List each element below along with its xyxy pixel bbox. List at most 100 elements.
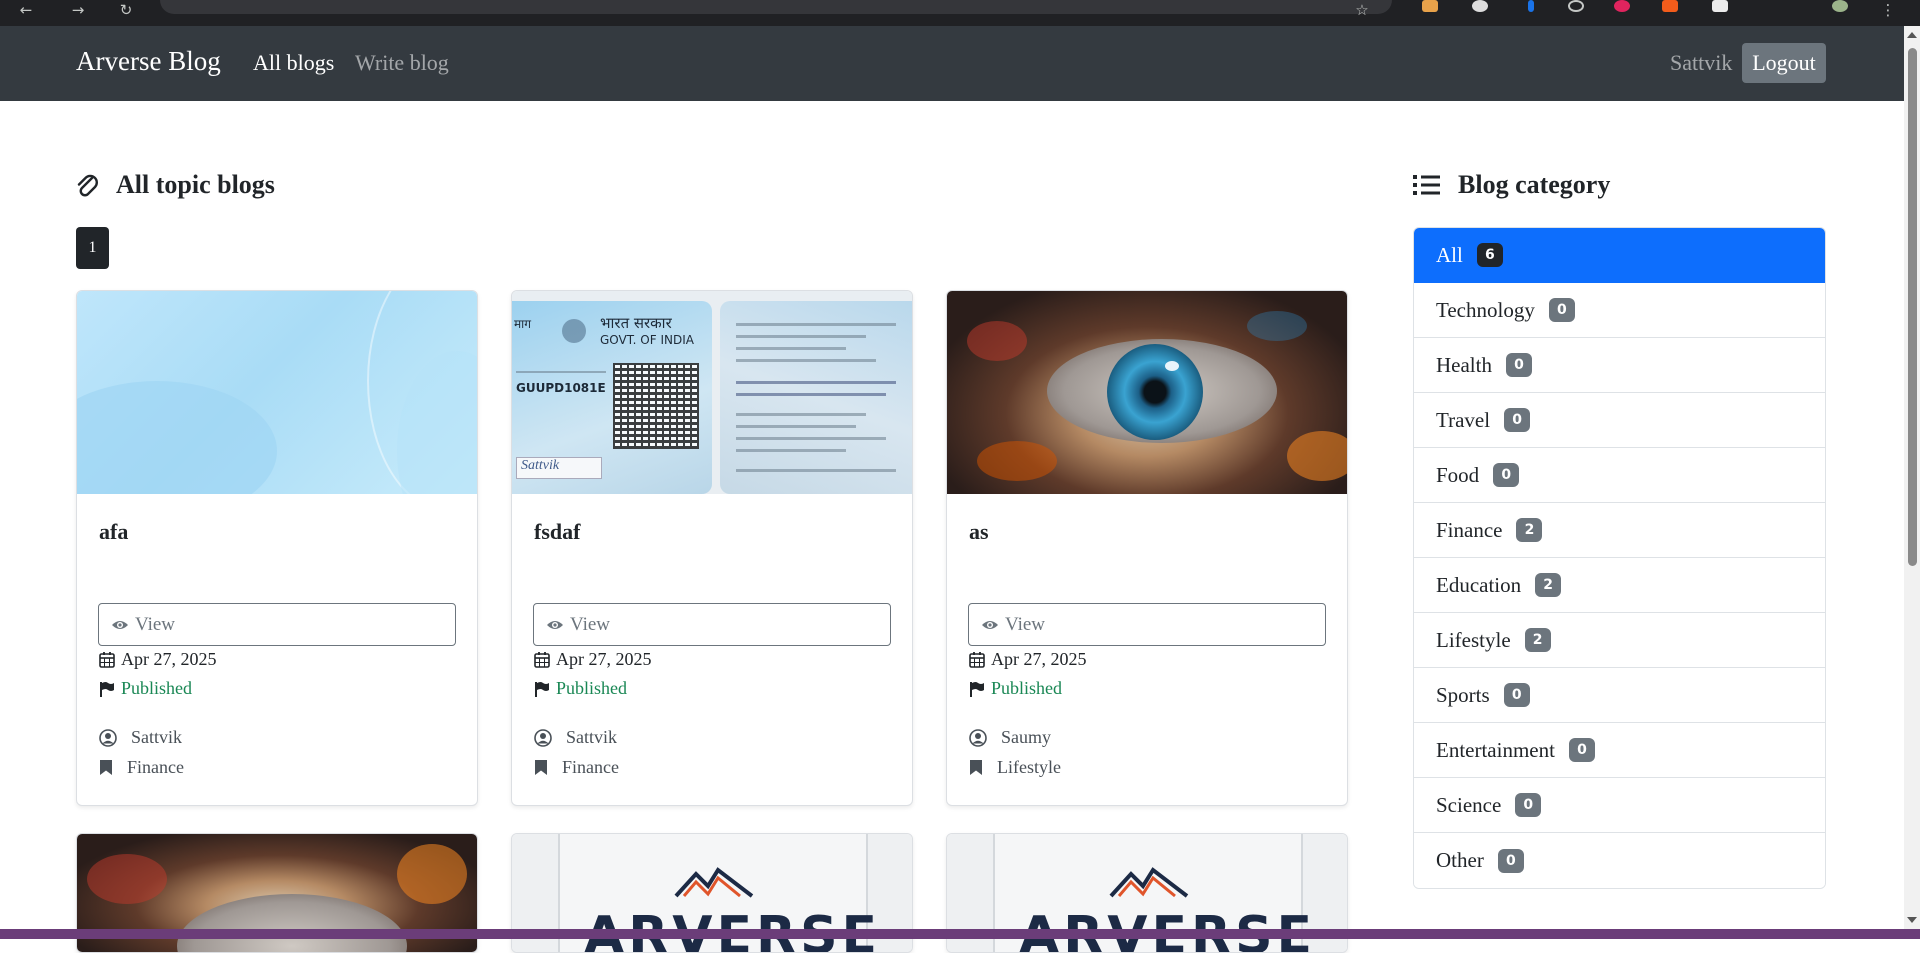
category-label: All bbox=[1436, 242, 1463, 267]
blog-card-status: Published bbox=[99, 678, 192, 699]
taskbar-strip bbox=[0, 929, 1920, 939]
count-badge: 0 bbox=[1497, 848, 1524, 873]
extension-icon[interactable] bbox=[1472, 0, 1488, 12]
view-button-label: View bbox=[570, 613, 611, 635]
all-topics-heading: All topic blogs bbox=[76, 170, 275, 200]
category-item-technology[interactable]: Technology 0 bbox=[1414, 283, 1825, 338]
view-button-label: View bbox=[1005, 613, 1046, 635]
user-circle-icon bbox=[99, 728, 117, 747]
status-text: Published bbox=[991, 678, 1063, 698]
view-button[interactable]: View bbox=[968, 603, 1326, 646]
profile-avatar-icon[interactable] bbox=[1832, 0, 1848, 12]
category-text: Finance bbox=[127, 757, 184, 777]
pan-govt-text: GOVT. OF INDIA bbox=[600, 333, 694, 347]
category-item-lifestyle[interactable]: Lifestyle 2 bbox=[1414, 613, 1825, 668]
blog-card-status: Published bbox=[969, 678, 1062, 699]
scroll-thumb[interactable] bbox=[1908, 48, 1917, 566]
category-label: Science bbox=[1436, 792, 1502, 817]
extension-icon[interactable] bbox=[1712, 0, 1728, 12]
pagination-page-1[interactable]: 1 bbox=[76, 227, 109, 269]
reload-icon[interactable]: ↻ bbox=[118, 2, 134, 18]
eye-icon bbox=[547, 620, 563, 629]
category-label: Travel bbox=[1436, 407, 1491, 432]
author-text: Sattvik bbox=[566, 727, 618, 747]
blog-card-title: as bbox=[969, 519, 989, 544]
blog-card-date: Apr 27, 2025 bbox=[99, 649, 217, 670]
category-item-sports[interactable]: Sports 0 bbox=[1414, 668, 1825, 723]
flag-icon bbox=[970, 681, 984, 697]
blog-category-heading: Blog category bbox=[1413, 170, 1610, 200]
logout-button[interactable]: Logout bbox=[1742, 43, 1826, 83]
blog-card-author: Sattvik bbox=[534, 727, 617, 748]
calendar-icon bbox=[99, 652, 115, 668]
blog-card-image[interactable] bbox=[77, 291, 477, 494]
blog-card-image[interactable] bbox=[947, 291, 1347, 494]
blog-card-status: Published bbox=[534, 678, 627, 699]
view-button[interactable]: View bbox=[98, 603, 456, 646]
count-badge: 0 bbox=[1548, 298, 1575, 322]
blog-card-author: Sattvik bbox=[99, 727, 182, 748]
category-item-entertainment[interactable]: Entertainment 0 bbox=[1414, 723, 1825, 778]
status-text: Published bbox=[556, 678, 628, 698]
extension-icon[interactable] bbox=[1422, 0, 1438, 12]
category-item-other[interactable]: Other 0 bbox=[1414, 833, 1825, 888]
scroll-up-arrow-icon[interactable] bbox=[1907, 32, 1917, 38]
scroll-down-arrow-icon[interactable] bbox=[1907, 917, 1917, 923]
blog-card-category: Finance bbox=[99, 757, 184, 778]
author-text: Sattvik bbox=[131, 727, 183, 747]
paperclip-icon bbox=[77, 174, 98, 197]
blog-card: afa View Apr 27, 2025 Published Sattvik … bbox=[76, 290, 478, 806]
extension-icon[interactable] bbox=[1568, 0, 1584, 12]
category-text: Lifestyle bbox=[997, 757, 1061, 777]
category-label: Finance bbox=[1436, 517, 1503, 542]
blog-card-date: Apr 27, 2025 bbox=[534, 649, 652, 670]
category-item-finance[interactable]: Finance 2 bbox=[1414, 503, 1825, 558]
category-label: Other bbox=[1436, 848, 1484, 872]
count-badge: 2 bbox=[1535, 573, 1562, 597]
page-title: All topic blogs bbox=[116, 170, 275, 199]
category-label: Technology bbox=[1436, 297, 1535, 322]
nav-all-blogs[interactable]: All blogs bbox=[253, 50, 334, 76]
address-bar[interactable] bbox=[160, 0, 1392, 14]
bookmark-star-icon[interactable]: ☆ bbox=[1354, 2, 1370, 18]
bookmark-icon bbox=[535, 760, 547, 775]
extension-icon[interactable] bbox=[1614, 0, 1630, 12]
view-button-label: View bbox=[135, 613, 176, 635]
browser-toolbar: ← → ↻ ☆ ⋮ bbox=[0, 0, 1920, 26]
back-arrow-icon[interactable]: ← bbox=[18, 2, 34, 18]
count-badge: 2 bbox=[1524, 628, 1551, 652]
forward-arrow-icon[interactable]: → bbox=[70, 2, 86, 18]
category-item-all[interactable]: All 6 bbox=[1414, 228, 1825, 283]
count-badge: 0 bbox=[1568, 738, 1595, 762]
category-label: Health bbox=[1436, 352, 1492, 377]
category-item-travel[interactable]: Travel 0 bbox=[1414, 393, 1825, 448]
pan-number-text: GUUPD1081E bbox=[516, 381, 606, 395]
blog-card-category: Finance bbox=[534, 757, 619, 778]
calendar-icon bbox=[969, 652, 985, 668]
date-text: Apr 27, 2025 bbox=[556, 649, 652, 669]
count-badge: 6 bbox=[1476, 243, 1503, 267]
brand-logo-text[interactable]: Arverse Blog bbox=[76, 46, 221, 77]
calendar-icon bbox=[534, 652, 550, 668]
category-item-science[interactable]: Science 0 bbox=[1414, 778, 1825, 833]
blog-card: माग भारत सरकार GOVT. OF INDIA GUUPD1081E… bbox=[511, 290, 913, 806]
extension-icon[interactable] bbox=[1662, 0, 1678, 12]
page-scrollbar[interactable] bbox=[1904, 26, 1920, 929]
category-item-food[interactable]: Food 0 bbox=[1414, 448, 1825, 503]
eye-icon bbox=[112, 620, 128, 629]
category-item-education[interactable]: Education 2 bbox=[1414, 558, 1825, 613]
bookmark-icon bbox=[970, 760, 982, 775]
category-label: Food bbox=[1436, 462, 1480, 487]
nav-username[interactable]: Sattvik bbox=[1670, 50, 1732, 76]
view-button[interactable]: View bbox=[533, 603, 891, 646]
category-list: All 6 Technology 0 Health 0 Travel 0 Food 0 F… bbox=[1413, 227, 1826, 889]
date-text: Apr 27, 2025 bbox=[991, 649, 1087, 669]
mountain-logo-icon bbox=[674, 867, 754, 898]
category-item-health[interactable]: Health 0 bbox=[1414, 338, 1825, 393]
extension-icon[interactable] bbox=[1528, 0, 1534, 12]
blog-card-image[interactable]: माग भारत सरकार GOVT. OF INDIA GUUPD1081E… bbox=[512, 291, 912, 494]
nav-write-blog[interactable]: Write blog bbox=[355, 50, 449, 76]
blog-card-author: Saumy bbox=[969, 727, 1051, 748]
browser-menu-icon[interactable]: ⋮ bbox=[1880, 2, 1896, 18]
sidebar-title: Blog category bbox=[1458, 170, 1611, 199]
